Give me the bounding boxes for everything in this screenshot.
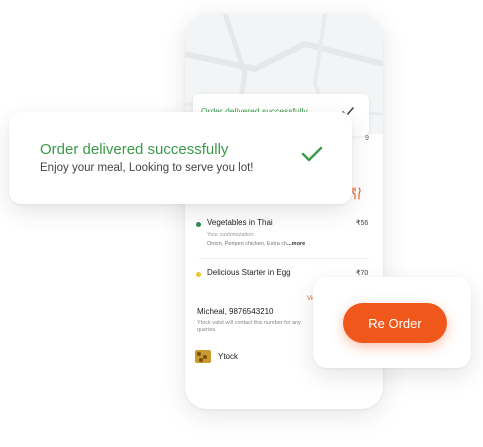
item-price: ₹70	[356, 270, 369, 277]
item-name: Delicious Starter in Egg	[207, 268, 291, 277]
contact-note: queries.	[197, 327, 217, 333]
reorder-button[interactable]: Re Order	[343, 303, 447, 343]
reorder-panel: Re Order	[313, 277, 471, 368]
item-name: Vegetables in Thai	[207, 218, 273, 227]
veg-indicator-icon	[196, 272, 201, 277]
order-notification-card: Order delivered successfully Enjoy your …	[9, 112, 352, 204]
contact-name: Micheal, 9876543210	[197, 307, 274, 316]
restaurant-avatar	[195, 350, 211, 363]
notification-title: Order delivered successfully	[40, 141, 229, 158]
customization-value: Onion, Periperi chicken, Extra ch...more	[207, 241, 306, 247]
divider	[199, 258, 369, 259]
contact-note: Ytock valet will contact this number for…	[197, 320, 301, 326]
check-icon	[301, 146, 323, 162]
more-link[interactable]: ...more	[287, 241, 305, 247]
promo-stage: Order delivered successfully Enjoy your …	[0, 0, 483, 447]
notification-subtitle: Enjoy your meal, Looking to serve you lo…	[40, 162, 254, 174]
item-price: ₹56	[356, 220, 369, 227]
map-label: 9	[365, 135, 369, 142]
customization-label: Your customization:	[207, 232, 255, 238]
veg-indicator-icon	[196, 222, 201, 227]
restaurant-name: Ytock	[218, 352, 239, 361]
